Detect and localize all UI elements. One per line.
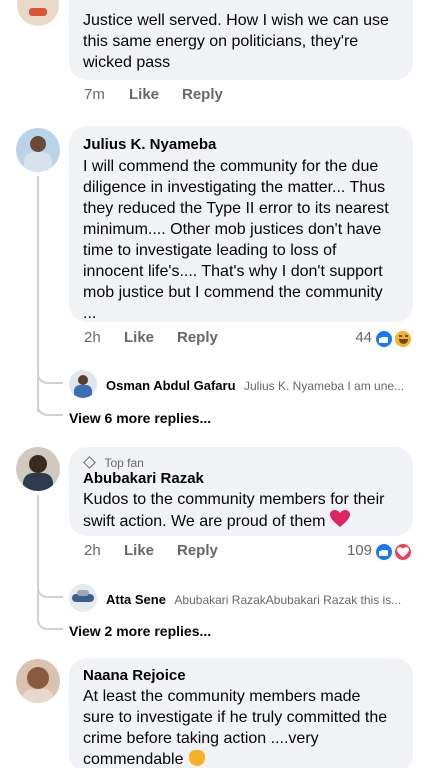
view-more-replies-button[interactable]: View 2 more replies... — [69, 623, 211, 639]
reply-preview[interactable]: Osman Abdul Gafaru Julius K. Nyameba I a… — [106, 377, 416, 395]
thread-connector — [37, 398, 63, 416]
top-fan-label: Top fan — [104, 456, 144, 470]
thread-connector — [37, 612, 63, 630]
reply-snippet: Abubakari RazakAbubakari Razak this is..… — [174, 593, 402, 607]
comment-author[interactable]: Julius K. Nyameba — [83, 136, 216, 153]
comment-bubble: Naana Rejoice At least the community mem… — [69, 658, 413, 768]
comment-bubble: Justice well served. How I wish we can u… — [69, 0, 413, 80]
comment-time: 2h — [84, 542, 101, 559]
like-button[interactable]: Like — [124, 329, 154, 346]
avatar[interactable] — [16, 128, 60, 172]
comment-time: 7m — [84, 86, 105, 103]
haha-reaction-icon — [393, 329, 413, 349]
reaction-count[interactable]: 109 — [330, 542, 372, 559]
thread-connector — [37, 364, 63, 384]
reaction-count[interactable]: 44 — [330, 329, 372, 346]
avatar[interactable] — [69, 370, 97, 398]
diamond-icon — [83, 456, 96, 469]
reply-snippet: Julius K. Nyameba I am une... — [244, 379, 405, 393]
like-button[interactable]: Like — [129, 86, 159, 103]
comment-author[interactable]: Naana Rejoice — [83, 667, 186, 684]
like-button[interactable]: Like — [124, 542, 154, 559]
love-reaction-icon — [393, 542, 413, 562]
comment-text: At least the community members made sure… — [83, 688, 388, 768]
reply-preview[interactable]: Atta Sene Abubakari RazakAbubakari Razak… — [106, 591, 416, 609]
reply-author[interactable]: Atta Sene — [106, 592, 166, 607]
view-more-replies-button[interactable]: View 6 more replies... — [69, 410, 211, 426]
reply-button[interactable]: Reply — [177, 329, 218, 346]
like-reaction-icon — [374, 542, 394, 562]
comment-bubble: Top fan Abubakari Razak Kudos to the com… — [69, 447, 413, 536]
avatar[interactable] — [69, 584, 97, 612]
heart-emoji-icon — [330, 510, 351, 527]
avatar[interactable] — [16, 659, 60, 703]
comment-actions: 7m Like Reply — [0, 86, 427, 106]
reply-button[interactable]: Reply — [182, 86, 223, 103]
thread-connector — [37, 578, 63, 598]
avatar[interactable] — [17, 0, 59, 26]
like-reaction-icon — [374, 329, 394, 349]
comment-text: I will commend the community for the due… — [83, 158, 389, 322]
reply-button[interactable]: Reply — [177, 542, 218, 559]
comment-time: 2h — [84, 329, 101, 346]
avatar[interactable] — [16, 447, 60, 491]
comment-author[interactable]: Abubakari Razak — [83, 470, 204, 487]
clapping-hands-emoji-icon — [188, 750, 205, 766]
reply-author[interactable]: Osman Abdul Gafaru — [106, 378, 236, 393]
comment-text: Justice well served. How I wish we can u… — [83, 12, 389, 71]
comment-bubble: Julius K. Nyameba I will commend the com… — [69, 126, 413, 322]
